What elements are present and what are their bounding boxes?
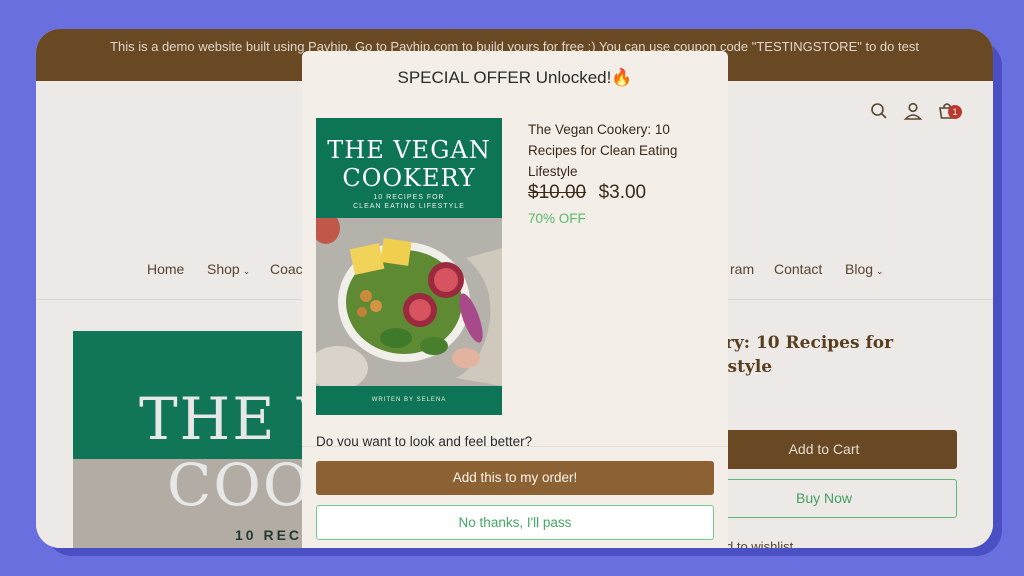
modal-title: SPECIAL OFFER Unlocked!🔥	[397, 68, 633, 87]
offer-product-name: The Vegan Cookery: 10 Recipes for Clean …	[528, 122, 678, 179]
decline-offer-button[interactable]: No thanks, I'll pass	[316, 505, 714, 540]
new-price: $3.00	[598, 182, 647, 203]
food-bowl-photo	[316, 212, 502, 390]
cover-author: WRITEN BY SELENA	[316, 386, 502, 415]
offer-prices: $10.00 $3.00	[528, 182, 646, 204]
discount-label: 70% OFF	[528, 211, 586, 226]
cover-subtitle-line1: 10 RECIPES FOR	[373, 194, 445, 201]
add-to-order-button[interactable]: Add this to my order!	[316, 461, 714, 495]
cover-subtitle-line2: CLEAN EATING LIFESTYLE	[353, 203, 465, 210]
cover-title-line1: THE VEGAN	[327, 136, 491, 164]
modal-footer: Add this to my order! No thanks, I'll pa…	[302, 446, 728, 548]
product-cover-image: THE VEGAN COOKERY 10 RECIPES FOR CLEAN E…	[316, 118, 502, 415]
cover-title-line2: COOKERY	[342, 164, 476, 192]
upsell-modal: SPECIAL OFFER Unlocked!🔥 THE VEGAN COOKE…	[302, 51, 728, 548]
old-price: $10.00	[528, 182, 587, 203]
